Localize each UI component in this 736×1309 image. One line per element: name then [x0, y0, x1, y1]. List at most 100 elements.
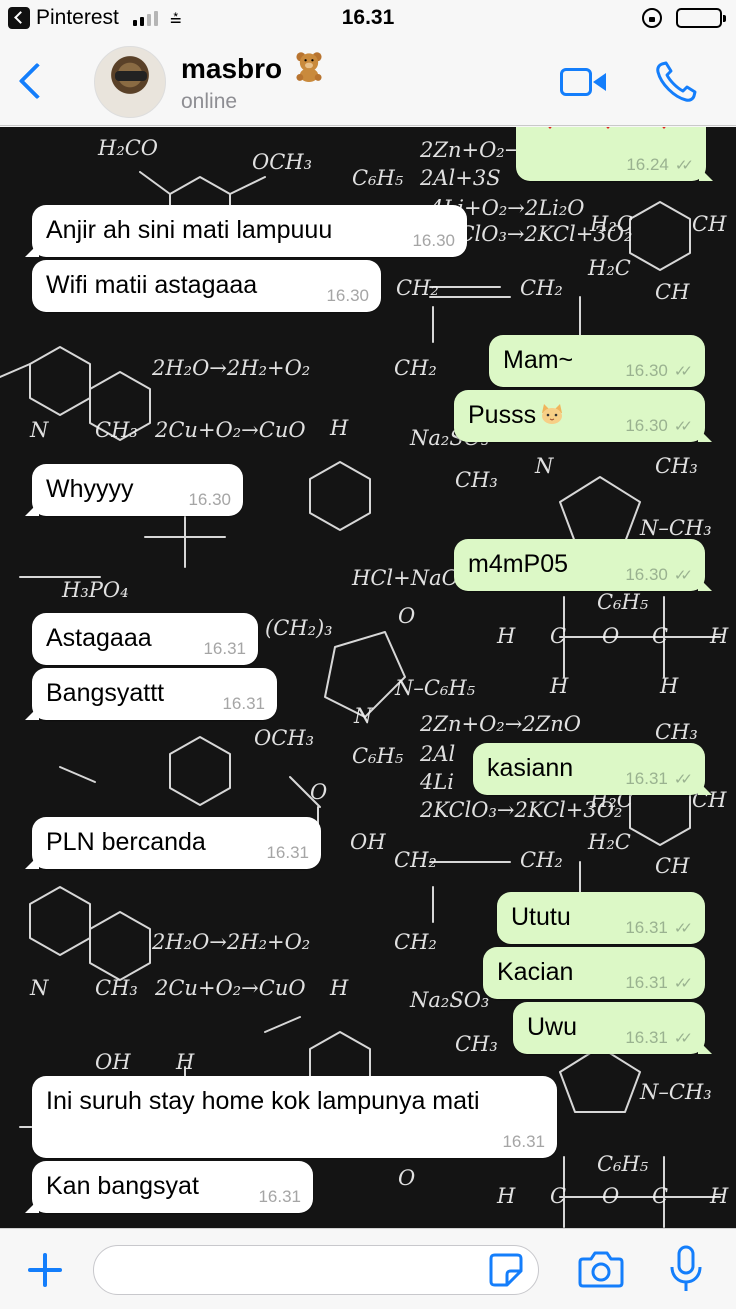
message-time: 16.31	[258, 1187, 301, 1206]
rotation-lock-icon	[642, 8, 662, 28]
read-ticks-icon: ✓✓	[673, 770, 693, 788]
read-ticks-icon: ✓✓	[673, 417, 693, 435]
svg-text:2Cu+O₂→CuO: 2Cu+O₂→CuO	[154, 976, 306, 1000]
message-bubble-outgoing[interactable]: Mam~ 16.30 ✓✓	[489, 335, 705, 387]
video-call-icon[interactable]	[560, 68, 608, 98]
svg-text:H: H	[709, 624, 729, 648]
svg-text:N: N	[29, 418, 49, 442]
message-bubble-incoming[interactable]: Bangsyattt 16.31	[25, 668, 277, 720]
svg-text:CH₂: CH₂	[520, 276, 563, 300]
message-bubble-incoming[interactable]: Astagaaa 16.31	[32, 613, 258, 665]
svg-text:CH₂: CH₂	[394, 848, 437, 872]
message-time: 16.30	[326, 286, 369, 305]
svg-text:H: H	[329, 976, 349, 1000]
message-input[interactable]	[93, 1245, 539, 1295]
message-bubble-incoming[interactable]: Whyyyy 16.30	[25, 464, 243, 516]
message-meta: 16.31	[502, 1132, 545, 1152]
svg-text:H: H	[175, 1050, 195, 1074]
back-chevron-icon[interactable]	[16, 60, 46, 104]
camera-icon[interactable]	[578, 1249, 624, 1289]
svg-text:H: H	[496, 624, 516, 648]
message-text: Anjir ah sini mati lampuuu	[46, 216, 333, 244]
message-bubble-outgoing[interactable]: Pusss 16.30 ✓✓	[454, 390, 712, 442]
svg-text:C: C	[550, 624, 566, 648]
svg-text:CH₃: CH₃	[455, 468, 498, 492]
message-meta: 16.31	[258, 1187, 301, 1207]
svg-text:C₆H₅: C₆H₅	[597, 590, 649, 614]
contact-name-row[interactable]: masbro	[181, 50, 326, 85]
status-right	[642, 8, 726, 28]
message-time: 16.31	[502, 1132, 545, 1151]
svg-text:2Cu+O₂→CuO: 2Cu+O₂→CuO	[154, 418, 306, 442]
chat-area[interactable]: H₂CO OCH₃ 2Zn+O₂→2ZnO C₆H₅ 2Al+3S 4Li+O₂…	[0, 127, 736, 1228]
svg-text:H₃PO₄: H₃PO₄	[61, 578, 129, 602]
battery-icon	[676, 8, 726, 28]
message-bubble-outgoing[interactable]: 16.24 ✓✓	[516, 127, 713, 181]
message-time: 16.31	[625, 918, 668, 937]
message-bubble-outgoing[interactable]: kasiann 16.31 ✓✓	[473, 743, 712, 795]
read-ticks-icon: ✓✓	[673, 974, 693, 992]
message-bubble-incoming[interactable]: Wifi matii astagaaa 16.30	[32, 260, 381, 312]
message-bubble-incoming[interactable]: Kan bangsyat 16.31	[25, 1161, 313, 1213]
svg-text:N–C₆H₅: N–C₆H₅	[394, 676, 476, 700]
sticker-icon[interactable]	[487, 1251, 525, 1289]
read-ticks-icon: ✓✓	[673, 1029, 693, 1047]
svg-text:H: H	[496, 1184, 516, 1208]
svg-text:CH: CH	[655, 854, 690, 878]
message-bubble-incoming[interactable]: Anjir ah sini mati lampuuu 16.30	[25, 205, 467, 257]
message-bubble-outgoing[interactable]: m4mP05 16.30 ✓✓	[454, 539, 712, 591]
svg-text:H₂C: H₂C	[587, 830, 631, 854]
svg-text:C₆H₅: C₆H₅	[352, 744, 404, 768]
microphone-icon[interactable]	[668, 1245, 704, 1293]
message-bubble-outgoing[interactable]: Uwu 16.31 ✓✓	[513, 1002, 712, 1054]
read-ticks-icon: ✓✓	[673, 362, 693, 380]
svg-text:OCH₃: OCH₃	[252, 150, 312, 174]
svg-text:N–CH₃: N–CH₃	[639, 1080, 712, 1104]
svg-text:Na₂SO₃: Na₂SO₃	[409, 988, 489, 1012]
status-bar: Pinterest ⩮ 16.31	[0, 0, 736, 40]
message-bubble-incoming[interactable]: Ini suruh stay home kok lampunya mati 16…	[32, 1076, 557, 1158]
svg-text:CH₂: CH₂	[394, 356, 437, 380]
message-text: Pusss	[468, 401, 537, 429]
phone-call-icon[interactable]	[652, 58, 700, 106]
message-bubble-incoming[interactable]: PLN bercanda 16.31	[25, 817, 321, 869]
svg-text:H₂CO: H₂CO	[97, 136, 158, 160]
message-bubble-outgoing[interactable]: Ututu 16.31 ✓✓	[497, 892, 705, 944]
svg-text:CH: CH	[692, 212, 727, 236]
plus-icon[interactable]	[26, 1251, 64, 1289]
contact-name[interactable]: masbro	[181, 53, 282, 84]
svg-text:N–CH₃: N–CH₃	[639, 516, 712, 540]
svg-text:C: C	[550, 1184, 566, 1208]
status-time: 16.31	[341, 6, 395, 29]
message-meta: 16.24 ✓✓	[626, 155, 694, 175]
message-meta: 16.31	[203, 639, 246, 659]
message-meta: 16.31 ✓✓	[625, 1028, 693, 1048]
svg-text:C: C	[652, 624, 668, 648]
svg-text:H: H	[549, 674, 569, 698]
svg-text:C: C	[652, 1184, 668, 1208]
svg-text:O: O	[398, 604, 415, 628]
svg-text:O: O	[602, 1184, 619, 1208]
message-meta: 16.31 ✓✓	[625, 973, 693, 993]
svg-text:CH₂: CH₂	[396, 276, 439, 300]
message-meta: 16.31	[222, 694, 265, 714]
message-time: 16.31	[222, 694, 265, 713]
message-time: 16.30	[625, 565, 668, 584]
message-meta: 16.30	[188, 490, 231, 510]
avatar[interactable]	[94, 46, 166, 118]
message-meta: 16.30	[326, 286, 369, 306]
svg-text:CH₃: CH₃	[655, 720, 698, 744]
svg-text:CH₃: CH₃	[655, 454, 698, 478]
message-meta: 16.30 ✓✓	[625, 361, 693, 381]
svg-text:CH₃: CH₃	[95, 976, 138, 1000]
svg-text:CH₃: CH₃	[455, 1032, 498, 1056]
svg-text:2Al+3S: 2Al+3S	[419, 166, 501, 190]
input-bar	[0, 1228, 736, 1309]
message-bubble-outgoing[interactable]: Kacian 16.31 ✓✓	[483, 947, 705, 999]
svg-text:OH: OH	[95, 1050, 131, 1074]
svg-text:N: N	[353, 704, 373, 728]
heart-emoji-row	[548, 127, 666, 129]
message-meta: 16.30	[412, 231, 455, 251]
svg-text:O: O	[310, 780, 327, 804]
svg-text:C₆H₅: C₆H₅	[352, 166, 404, 190]
